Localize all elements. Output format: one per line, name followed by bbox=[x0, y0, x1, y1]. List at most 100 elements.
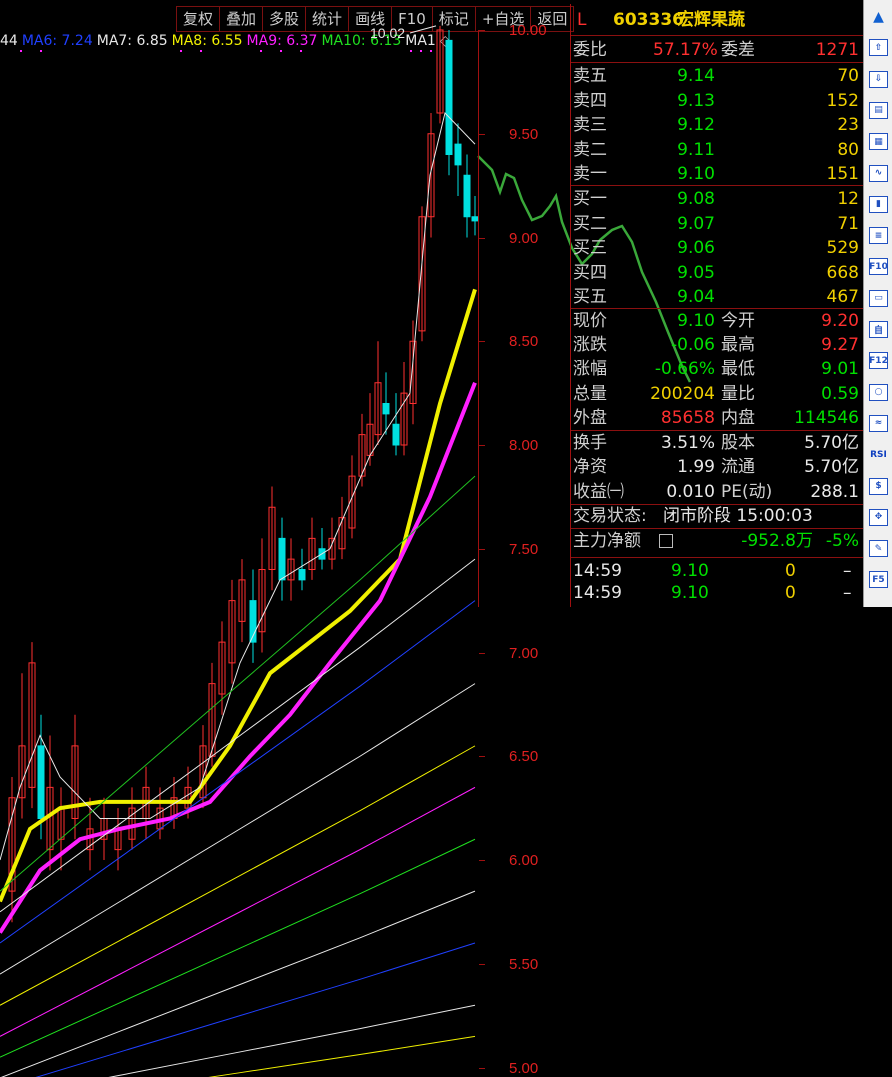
f12-icon[interactable]: F12 bbox=[868, 350, 889, 371]
mainflow-row[interactable]: 主力净额 -952.8万 -5% bbox=[571, 529, 863, 553]
tool-sidebar: ▲ ⇧ ⇩ ▤ ▦ ∿ ▮ ≡ F10 ▭ 自 F12 ○ ≈ RSI $ ✥ ✎ F5 bbox=[863, 0, 892, 607]
bids-label: 买二 bbox=[573, 213, 607, 234]
stock-header: L 603336 宏辉果蔬 bbox=[571, 8, 863, 32]
ma-legend-item: MA7: 6.85 bbox=[96, 33, 168, 49]
weicha-value: 1271 bbox=[815, 40, 859, 60]
signal-marker bbox=[180, 50, 182, 52]
arrow-up-icon[interactable]: ▲ bbox=[868, 6, 889, 27]
price-tick: 7.00 bbox=[478, 644, 539, 662]
toolbar-button-2[interactable]: 多股 bbox=[263, 6, 307, 32]
quote-label: 内盘 bbox=[721, 407, 755, 428]
move-icon[interactable]: ✥ bbox=[868, 507, 889, 528]
price-tick: 8.00 bbox=[478, 437, 539, 454]
bids-row: 买一 9.08 12 bbox=[571, 187, 863, 211]
candle-chart-icon[interactable]: ▮ bbox=[868, 194, 889, 215]
fundamental-row: 净资 1.99 流通 5.70亿 bbox=[571, 455, 863, 479]
stock-flag: L bbox=[577, 10, 587, 30]
quote-row: 涨跌 -0.06 最高 9.27 bbox=[571, 333, 863, 357]
candle-body bbox=[463, 174, 471, 218]
toolbar-button-3[interactable]: 统计 bbox=[306, 6, 350, 32]
table-icon[interactable]: ▦ bbox=[868, 131, 889, 152]
ma-line bbox=[208, 1035, 476, 1077]
quote-value: 0.59 bbox=[821, 383, 859, 404]
bids-price: 9.06 bbox=[677, 238, 715, 258]
signal-marker bbox=[430, 50, 432, 52]
stock-name: 宏辉果蔬 bbox=[677, 10, 745, 30]
asks-volume: 152 bbox=[826, 90, 859, 111]
fundamental-label: 净资 bbox=[573, 457, 607, 478]
asks-label: 卖一 bbox=[573, 164, 607, 184]
bids-label: 买三 bbox=[573, 238, 607, 258]
quote-label: 量比 bbox=[721, 383, 755, 404]
asks-label: 卖五 bbox=[573, 66, 607, 86]
toolbar-button-0[interactable]: 复权 bbox=[176, 6, 221, 32]
candle-body bbox=[298, 569, 306, 581]
tick-time: 14:59 bbox=[573, 561, 622, 581]
price-tick: 6.00 bbox=[478, 852, 539, 869]
ma-line bbox=[0, 111, 476, 861]
price-tick: 8.50 bbox=[478, 333, 539, 351]
pen-icon[interactable]: ✎ bbox=[868, 538, 889, 559]
rsi-icon[interactable]: RSI bbox=[868, 444, 889, 465]
fundamental-value: 0.010 bbox=[666, 481, 715, 502]
high-price-marker: 10.02 bbox=[370, 25, 405, 41]
toolbar-button-6[interactable]: 标记 bbox=[432, 6, 476, 32]
asks-price: 9.13 bbox=[677, 90, 715, 111]
report-icon[interactable]: ▤ bbox=[868, 100, 889, 121]
ma-line bbox=[0, 890, 476, 1077]
ma-legend-item: MA8: 6.55 bbox=[171, 33, 243, 49]
list-icon[interactable]: ≡ bbox=[868, 225, 889, 246]
asks-label: 卖二 bbox=[573, 139, 607, 160]
asks-price: 9.12 bbox=[677, 115, 715, 135]
f10-icon[interactable]: F10 bbox=[868, 256, 889, 277]
news-icon[interactable]: ▭ bbox=[868, 288, 889, 309]
arrow-down-outline-icon[interactable]: ⇩ bbox=[868, 69, 889, 90]
bids-volume: 529 bbox=[826, 238, 859, 258]
circle-icon[interactable]: ○ bbox=[868, 382, 889, 403]
toolbar-button-1[interactable]: 叠加 bbox=[220, 6, 264, 32]
asks-row: 卖二 9.11 80 bbox=[571, 138, 863, 162]
ma-line bbox=[0, 838, 476, 1058]
line-chart-icon[interactable]: ∿ bbox=[868, 163, 889, 184]
self-icon[interactable]: 自 bbox=[868, 319, 889, 340]
quote-row: 现价 9.10 今开 9.20 bbox=[571, 309, 863, 333]
fundamental-value: 5.70亿 bbox=[804, 457, 859, 478]
quote-value: -0.06 bbox=[671, 335, 715, 356]
bids-volume: 12 bbox=[837, 189, 859, 209]
kline-chart[interactable]: 10.02 bbox=[0, 25, 692, 1077]
fundamental-label: 流通 bbox=[721, 457, 755, 478]
wave-icon[interactable]: ≈ bbox=[868, 413, 889, 434]
mainflow-table-icon[interactable] bbox=[659, 534, 673, 548]
status-row: 交易状态: 闭市阶段 15:00:03 bbox=[571, 504, 863, 528]
f5-icon[interactable]: F5 bbox=[868, 569, 889, 590]
asks-row: 卖五 9.14 70 bbox=[571, 64, 863, 88]
asks-price: 9.14 bbox=[677, 66, 715, 86]
quote-label: 今开 bbox=[721, 311, 755, 331]
ma-legend-item: MA6: 7.24 bbox=[21, 33, 93, 49]
fundamental-value: 288.1 bbox=[810, 481, 859, 502]
signal-marker bbox=[420, 50, 422, 52]
signal-marker bbox=[40, 50, 42, 52]
quote-value: 9.10 bbox=[677, 311, 715, 331]
signal-marker bbox=[260, 50, 262, 52]
asks-price: 9.10 bbox=[677, 164, 715, 184]
bids-price: 9.04 bbox=[677, 287, 715, 307]
weibi-label: 委比 bbox=[573, 40, 607, 60]
quote-value: 9.01 bbox=[821, 359, 859, 380]
arrow-up-outline-icon[interactable]: ⇧ bbox=[868, 37, 889, 58]
price-tick: 10.00 bbox=[479, 22, 547, 39]
fundamental-label: 收益㈠ bbox=[573, 481, 624, 502]
candle-body bbox=[445, 39, 453, 155]
fundamental-label: PE(动) bbox=[721, 481, 773, 502]
ma-legend-item: 44 bbox=[0, 33, 18, 49]
dollar-icon[interactable]: $ bbox=[868, 476, 889, 497]
bids-row: 买三 9.06 529 bbox=[571, 236, 863, 260]
tick-time: 14:59 bbox=[573, 583, 622, 603]
weibi-value: 57.17% bbox=[653, 40, 718, 60]
fundamental-value: 1.99 bbox=[677, 457, 715, 478]
tick-row: 14:59 9.10 0 – bbox=[571, 559, 863, 583]
quote-value: 114546 bbox=[794, 407, 859, 428]
asks-volume: 23 bbox=[837, 115, 859, 135]
price-tick: 9.00 bbox=[478, 229, 539, 247]
asks-label: 卖三 bbox=[573, 115, 607, 135]
